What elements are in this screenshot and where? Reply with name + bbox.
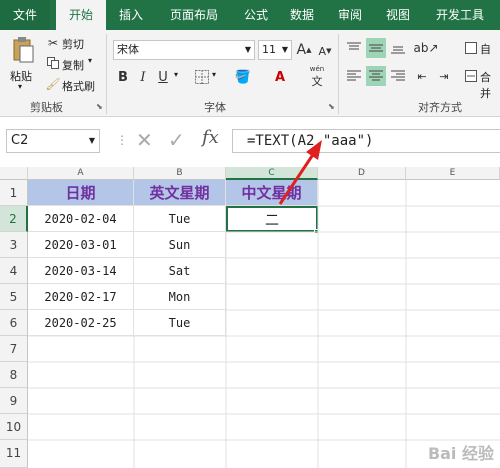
- annotation-arrow-icon: [278, 140, 322, 205]
